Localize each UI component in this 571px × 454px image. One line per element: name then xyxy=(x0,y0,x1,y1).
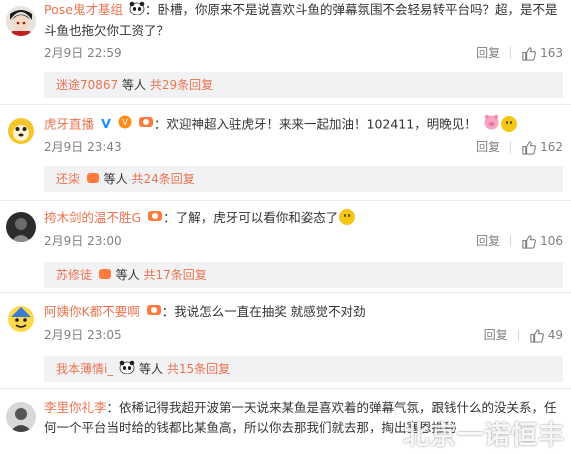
separator: ： xyxy=(161,304,175,319)
separator: ： xyxy=(163,210,176,225)
comment-item: 挎木剑的温不胜G ：了解，虎牙可以看你和姿态了 2月9日 23:00 回复 10… xyxy=(0,204,571,294)
like-count: 49 xyxy=(547,328,563,342)
svg-text:V: V xyxy=(122,118,128,127)
panda-badge-icon xyxy=(129,1,145,21)
comment-text-line: 虎牙直播 V ：欢迎神超入驻虎牙！来来一起加油！102411，明晚见！ xyxy=(44,114,563,136)
comment-meta: 2月9日 22:59 回复 163 xyxy=(44,44,563,62)
comment-text-line: Pose鬼才基组 ：卧槽，你原来不是说喜欢斗鱼的弹幕氛围不会轻易转平台吗？超，是… xyxy=(44,0,563,41)
action-divider xyxy=(510,47,512,59)
comment-item: Pose鬼才基组 ：卧槽，你原来不是说喜欢斗鱼的弹幕氛围不会轻易转平台吗？超，是… xyxy=(0,0,571,98)
vip-badge-icon: V xyxy=(118,115,132,135)
comment-actions: 回复 162 xyxy=(476,138,563,156)
panda-badge-icon xyxy=(119,357,135,383)
reply-button[interactable]: 回复 xyxy=(476,44,500,62)
level-badge-icon xyxy=(147,209,163,229)
username-link[interactable]: 李里你礼李 xyxy=(44,400,107,415)
comment-divider xyxy=(0,388,571,389)
comment-divider xyxy=(0,104,571,105)
subreplies-summary[interactable]: 还柒 等人 共24条回复 xyxy=(44,166,563,192)
comment-divider xyxy=(0,200,571,201)
comment-divider xyxy=(0,292,571,293)
subreply-count-link[interactable]: 共15条回复 xyxy=(167,362,230,376)
comment-text: 欢迎神超入驻虎牙！来来一起加油！102411，明晚见！ xyxy=(166,116,477,132)
like-button[interactable]: 163 xyxy=(521,44,563,62)
timestamp: 2月9日 23:00 xyxy=(44,234,122,248)
comment-actions: 回复 106 xyxy=(476,232,563,250)
comment-item: 虎牙直播 V ：欢迎神超入驻虎牙！来来一起加油！102411，明晚见！ 2月9日… xyxy=(0,108,571,196)
comment-text: 了解，虎牙可以看你和姿态了 xyxy=(175,210,339,225)
level-badge-icon xyxy=(98,263,112,289)
subreply-count-link[interactable]: 共24条回复 xyxy=(132,172,195,186)
action-divider xyxy=(510,141,512,153)
timestamp: 2月9日 22:59 xyxy=(44,46,122,60)
thumbs-up-icon xyxy=(522,140,537,155)
thumbs-up-icon xyxy=(522,46,537,61)
separator: ： xyxy=(144,2,158,17)
comment-text-line: 阿姨你K都不要啊 ：我说怎么一直在抽奖 就感觉不对劲 xyxy=(44,302,563,323)
comment-meta: 2月9日 23:05 回复 49 xyxy=(44,326,563,344)
like-button[interactable]: 106 xyxy=(521,232,563,250)
avatar[interactable] xyxy=(6,6,36,36)
level-badge-icon xyxy=(138,115,154,135)
subreply-others: 等人 xyxy=(115,268,140,282)
comment-feed: Pose鬼才基组 ：卧槽，你原来不是说喜欢斗鱼的弹幕氛围不会轻易转平台吗？超，是… xyxy=(0,0,571,454)
action-divider xyxy=(510,235,512,247)
subreplies-summary[interactable]: 迷途70867 等人 共29条回复 xyxy=(44,72,563,98)
action-divider xyxy=(517,329,519,341)
username-link[interactable]: 阿姨你K都不要啊 xyxy=(44,304,140,319)
like-button[interactable]: 162 xyxy=(521,138,563,156)
timestamp: 2月9日 23:43 xyxy=(44,140,122,154)
thumbs-up-icon xyxy=(522,234,537,249)
comment-item: 阿姨你K都不要啊 ：我说怎么一直在抽奖 就感觉不对劲 2月9日 23:05 回复… xyxy=(0,296,571,384)
level-badge-icon xyxy=(146,303,162,323)
level-badge-icon xyxy=(86,167,100,193)
comment-text: 我说怎么一直在抽奖 就感觉不对劲 xyxy=(174,304,366,319)
avatar[interactable] xyxy=(6,304,36,334)
username-link[interactable]: Pose鬼才基组 xyxy=(44,2,123,17)
thumbs-up-icon xyxy=(530,328,544,343)
comment-meta: 2月9日 23:00 回复 106 xyxy=(44,232,563,250)
separator: ： xyxy=(106,400,120,415)
comment-text-line: 挎木剑的温不胜G ：了解，虎牙可以看你和姿态了 xyxy=(44,208,563,229)
pig-emoji-icon xyxy=(483,114,500,136)
comment-meta: 2月9日 23:43 回复 162 xyxy=(44,138,563,156)
separator: ： xyxy=(153,116,167,132)
verified-v-icon xyxy=(100,115,112,135)
subreplies-summary[interactable]: 我本薄情i_ 等人 共15条回复 xyxy=(44,356,563,382)
reply-button[interactable]: 回复 xyxy=(484,326,508,344)
subreply-count-link[interactable]: 共29条回复 xyxy=(150,78,213,92)
username-link[interactable]: 虎牙直播 xyxy=(44,117,94,132)
smile-emoji-icon xyxy=(500,115,517,132)
reply-button[interactable]: 回复 xyxy=(476,138,500,156)
subreply-others: 等人 xyxy=(103,172,128,186)
avatar[interactable] xyxy=(6,116,36,146)
avatar[interactable] xyxy=(6,212,36,242)
username-link[interactable]: 挎木剑的温不胜G xyxy=(44,210,141,225)
subreply-username[interactable]: 迷途70867 xyxy=(56,78,118,92)
avatar[interactable] xyxy=(6,402,36,432)
subreply-others: 等人 xyxy=(122,78,147,92)
reply-button[interactable]: 回复 xyxy=(476,232,500,250)
subreply-username[interactable]: 还柒 xyxy=(56,172,80,186)
like-count: 163 xyxy=(540,46,563,60)
comment-actions: 回复 163 xyxy=(476,44,563,62)
like-count: 162 xyxy=(540,140,563,154)
subreply-username[interactable]: 苏修徒 xyxy=(56,268,92,282)
subreply-count-link[interactable]: 共17条回复 xyxy=(144,268,207,282)
watermark-text: 北京一诺恒丰 xyxy=(402,421,565,451)
like-count: 106 xyxy=(540,234,563,248)
subreply-username[interactable]: 我本薄情i_ xyxy=(56,362,113,376)
like-button[interactable]: 49 xyxy=(529,326,563,344)
subreplies-summary[interactable]: 苏修徒 等人 共17条回复 xyxy=(44,262,563,288)
subreply-others: 等人 xyxy=(139,362,164,376)
comment-actions: 回复 49 xyxy=(484,326,563,344)
timestamp: 2月9日 23:05 xyxy=(44,328,122,342)
smile-emoji-icon xyxy=(339,209,356,225)
